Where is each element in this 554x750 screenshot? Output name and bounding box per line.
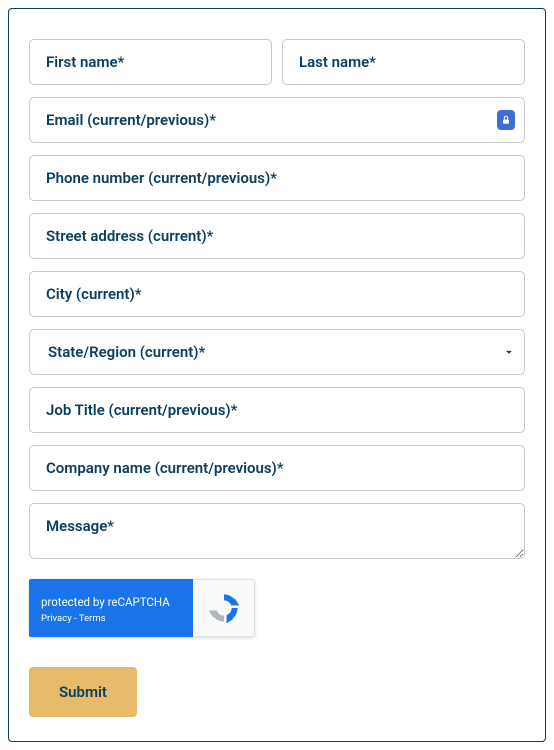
recaptcha-info: protected by reCAPTCHA Privacy - Terms [29,579,193,637]
recaptcha-title: protected by reCAPTCHA [41,595,179,609]
recaptcha-privacy-link[interactable]: Privacy [41,613,72,624]
recaptcha-logo-box [193,579,255,637]
first-name-input[interactable] [29,39,272,85]
job-title-input[interactable] [29,387,525,433]
email-input[interactable] [29,97,525,143]
lock-icon [497,110,515,130]
phone-input[interactable] [29,155,525,201]
state-select[interactable]: State/Region (current)* [29,329,525,375]
city-input[interactable] [29,271,525,317]
recaptcha-links: Privacy - Terms [41,613,179,624]
last-name-input[interactable] [282,39,525,85]
recaptcha-terms-link[interactable]: Terms [79,613,106,624]
message-textarea[interactable] [29,503,525,559]
recaptcha-widget: protected by reCAPTCHA Privacy - Terms [29,579,255,637]
company-name-input[interactable] [29,445,525,491]
street-address-input[interactable] [29,213,525,259]
recaptcha-icon [207,591,241,625]
recaptcha-separator: - [72,613,79,624]
contact-form: State/Region (current)* protected by reC… [8,8,546,742]
submit-button[interactable]: Submit [29,667,137,717]
